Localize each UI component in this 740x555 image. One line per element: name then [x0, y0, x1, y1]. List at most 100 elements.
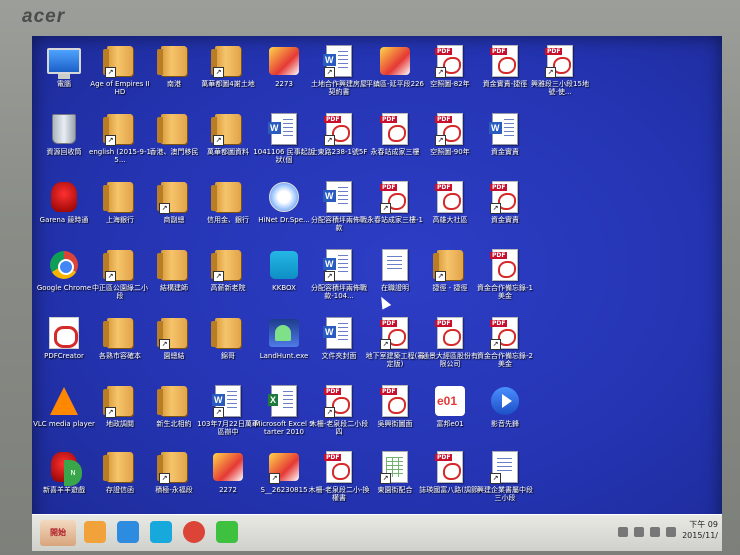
- start-button[interactable]: 開始: [40, 520, 76, 546]
- desktop-icon-img-2272[interactable]: 2272: [198, 450, 258, 516]
- desktop-icon-pdf-underground[interactable]: PDF ↗ 地下室建築工程(審定版): [365, 316, 425, 382]
- desktop-icon-pdf-shidong[interactable]: PDF ↗ 士東路238-1號5F: [309, 112, 369, 178]
- desktop-icon-folder-wanhua-map[interactable]: ↗ 萬華都圖4謝土地: [198, 44, 258, 110]
- desktop-icon-folder-earth[interactable]: ↗ 地政調閱: [90, 384, 150, 450]
- desktop-icon-folder-garden[interactable]: ↗ 園總結: [144, 316, 204, 382]
- desktop-icon-doc-1041106[interactable]: W 1041106 民事起訴狀(個: [253, 112, 315, 178]
- desktop-icon-img-s-26230815[interactable]: ↗ S__26230815: [254, 450, 314, 516]
- desktop-icon-folder-jimei[interactable]: ↗ 積極-永福段: [144, 450, 204, 516]
- volume-icon[interactable]: [666, 527, 676, 537]
- tray-icon[interactable]: [618, 527, 628, 537]
- desktop-icon-folder-construction[interactable]: 結構建師: [144, 248, 204, 314]
- desktop-icon-folder-shanghai-bank[interactable]: 上海銀行: [90, 180, 150, 246]
- desktop-icon-label: 新生北相約: [156, 420, 192, 428]
- desktop-icon-label: 園總結: [163, 352, 185, 360]
- desktop-icon-pdf-yongchun-2[interactable]: PDF ↗ 永春站成家三樓-1: [365, 180, 425, 246]
- desktop-icon-pdf-aerial-82[interactable]: PDF ↗ 空照圖-82年: [420, 44, 480, 110]
- desktop-icon-label: 電腦: [57, 80, 71, 88]
- shortcut-arrow-icon: ↗: [324, 407, 335, 418]
- desktop-icon-pdf-xingmei[interactable]: PDF ↗ 興雅段三小段15地號-使...: [530, 44, 590, 110]
- taskbar-kkbox[interactable]: [150, 521, 172, 543]
- tray-icon[interactable]: [634, 527, 644, 537]
- desktop-icon-doc-103-7-22[interactable]: W ↗ 103年7月22日萬華區辦中: [197, 384, 259, 450]
- desktop-icon-folder-jinge[interactable]: 錦哥: [198, 316, 258, 382]
- desktop-icon-label: 富邦e01: [436, 420, 464, 428]
- desktop-icon-pdfcreator[interactable]: PDFCreator: [34, 316, 94, 382]
- desktop-icon-vlc[interactable]: VLC media player: [33, 384, 95, 450]
- desktop-icon-label: 商副總: [163, 216, 185, 224]
- shortcut-arrow-icon: ↗: [105, 135, 116, 146]
- desktop-icon-e01[interactable]: 富邦e01: [420, 384, 480, 450]
- desktop-icon-label: 上海銀行: [106, 216, 134, 224]
- taskbar-chrome[interactable]: [183, 521, 205, 543]
- vlc-icon: [47, 384, 81, 418]
- desktop-icon-doc-proof[interactable]: 在職證明: [365, 248, 425, 314]
- desktop-icon-pdf-tongyu[interactable]: PDF 通景大經區股份有限公司: [420, 316, 480, 382]
- desktop-icon-pdf-muzha[interactable]: PDF ↗ 木柵-老泉段二小段四: [309, 384, 369, 450]
- desktop-icon-doc-allocation[interactable]: W 分配容積坪兩佈戰款: [309, 180, 369, 246]
- landhunt-icon: [267, 316, 301, 350]
- desktop-icon-doc-envelope[interactable]: W 文件夾封面: [309, 316, 369, 382]
- desktop-icon-folder-wanhua-data[interactable]: ↗ 萬華都圖資料: [198, 112, 258, 178]
- desktop-icon-folder-customer[interactable]: 各熟市容確本: [90, 316, 150, 382]
- desktop-icon-landhunt[interactable]: LandHunt.exe: [254, 316, 314, 382]
- desktop-icon-label: 中正區公園綠二小段: [92, 284, 148, 300]
- clock[interactable]: 下午 09 2015/11/: [678, 519, 718, 541]
- excel-icon: X: [267, 384, 301, 418]
- desktop-icon-doc-pingzhen[interactable]: 平鎮區-延平段226: [365, 44, 425, 110]
- shortcut-arrow-icon: ↗: [490, 339, 501, 350]
- desktop-icon-pdf-yongchun-1[interactable]: PDF 永春站成家三樓: [365, 112, 425, 178]
- desktop-icon-folder-hk-macau[interactable]: 香港、澳門移民: [144, 112, 204, 178]
- pdf-icon: PDF ↗: [433, 112, 467, 146]
- taskbar-line[interactable]: [216, 521, 238, 543]
- pdf-icon: PDF: [488, 44, 522, 78]
- desktop-icon-folder-zhongzheng[interactable]: ↗ 中正區公園綠二小段: [90, 248, 150, 314]
- desktop-icon-label: 萬華都圖資料: [207, 148, 249, 156]
- shortcut-arrow-icon: ↗: [159, 203, 170, 214]
- shortcut-arrow-icon: ↗: [435, 135, 446, 146]
- desktop-icon-doc-guanwei[interactable]: ↗ 興建企業書屬中段三小段: [475, 450, 535, 516]
- clock-date: 2015/11/: [682, 531, 718, 540]
- desktop-icon-sheet-dongyuan[interactable]: ↗ 東園街配合: [365, 450, 425, 516]
- shortcut-arrow-icon: ↗: [269, 473, 280, 484]
- pdf-icon: PDF ↗: [322, 384, 356, 418]
- desktop-icon-pdf-capital[interactable]: PDF 資金實責-捷徑: [475, 44, 535, 110]
- desktop-icon-folder-credit[interactable]: 信用金、銀行: [198, 180, 258, 246]
- desktop-icon-folder-nangang[interactable]: 南港: [144, 44, 204, 110]
- desktop-icon-doc-land-cooperation[interactable]: W ↗ 土地合作興建房屋契約書: [309, 44, 369, 110]
- desktop-icon-doc-allocation-104[interactable]: W ↗ 分配容積坪兩佈戰款-104...: [309, 248, 369, 314]
- desktop-icon-recycle-bin[interactable]: 資源回收筒: [34, 112, 94, 178]
- desktop-icon-doc-capital[interactable]: W 資金實責: [475, 112, 535, 178]
- desktop-icon-kkbox[interactable]: KKBOX: [254, 248, 314, 314]
- desktop-icon-pdf-aerial-90[interactable]: PDF ↗ 空照圖-90年: [420, 112, 480, 178]
- desktop-icon-excel-starter[interactable]: X Microsoft Excel Starter 2010: [254, 384, 314, 450]
- desktop-icon-folder-english[interactable]: ↗ english (2015-9-15...: [89, 112, 151, 178]
- taskbar-ie[interactable]: [117, 521, 139, 543]
- desktop-icon-folder-new-contract[interactable]: 新生北相約: [144, 384, 204, 450]
- tray-icon[interactable]: [650, 527, 660, 537]
- desktop-icon-label: 捷徑 - 捷徑: [432, 284, 468, 292]
- word-doc-icon: W: [267, 112, 301, 146]
- desktop-icon-folder-storage[interactable]: 存證信函: [90, 450, 150, 516]
- desktop-icon-pdf-coop-memo-2[interactable]: PDF ↗ 資金合作備忘錄-2 美金: [475, 316, 535, 382]
- pdf-icon: PDF ↗: [378, 180, 412, 214]
- desktop-icon-pdf-street[interactable]: PDF 誌瑛國富八路(調節): [419, 450, 481, 516]
- desktop-icon-garena[interactable]: Garena 競時通: [34, 180, 94, 246]
- desktop-icon-google-chrome[interactable]: Google Chrome: [34, 248, 94, 314]
- desktop-icon-hinet[interactable]: HiNet Dr.Spe...: [254, 180, 314, 246]
- desktop-icon-folder-shortcut[interactable]: ↗ 捷徑 - 捷徑: [420, 248, 480, 314]
- taskbar-apps[interactable]: [84, 521, 106, 543]
- desktop-icon-pdf-coop-memo-1[interactable]: PDF 資金合作備忘錄-1 美金: [475, 248, 535, 314]
- desktop-icon-video-master[interactable]: 影音先鋒: [475, 384, 535, 450]
- desktop-icon-app-2273[interactable]: 2273: [254, 44, 314, 110]
- desktop-icon-label: 永春站成家三樓-1: [367, 216, 423, 224]
- desktop-icon-age-of-empires[interactable]: ↗ Age of Empires II HD: [90, 44, 150, 110]
- desktop-icon-folder-gaoxin[interactable]: ↗ 高薪新老院: [198, 248, 258, 314]
- desktop-icon-folder-shangban[interactable]: ↗ 商副總: [144, 180, 204, 246]
- desktop-icon-pdf-capital-2[interactable]: PDF ↗ 資金實責: [475, 180, 535, 246]
- clock-time: 下午 09: [689, 520, 718, 529]
- desktop-icon-pdf-kaohsiung[interactable]: PDF 高雄大社區: [420, 180, 480, 246]
- desktop-icon-pdf-muzha-2[interactable]: PDF 木柵-老泉段二小-換權書: [308, 450, 370, 516]
- desktop-icon-pdf-wuxing[interactable]: PDF 吳興街圖面: [365, 384, 425, 450]
- desktop-icon-this-pc[interactable]: 電腦: [34, 44, 94, 110]
